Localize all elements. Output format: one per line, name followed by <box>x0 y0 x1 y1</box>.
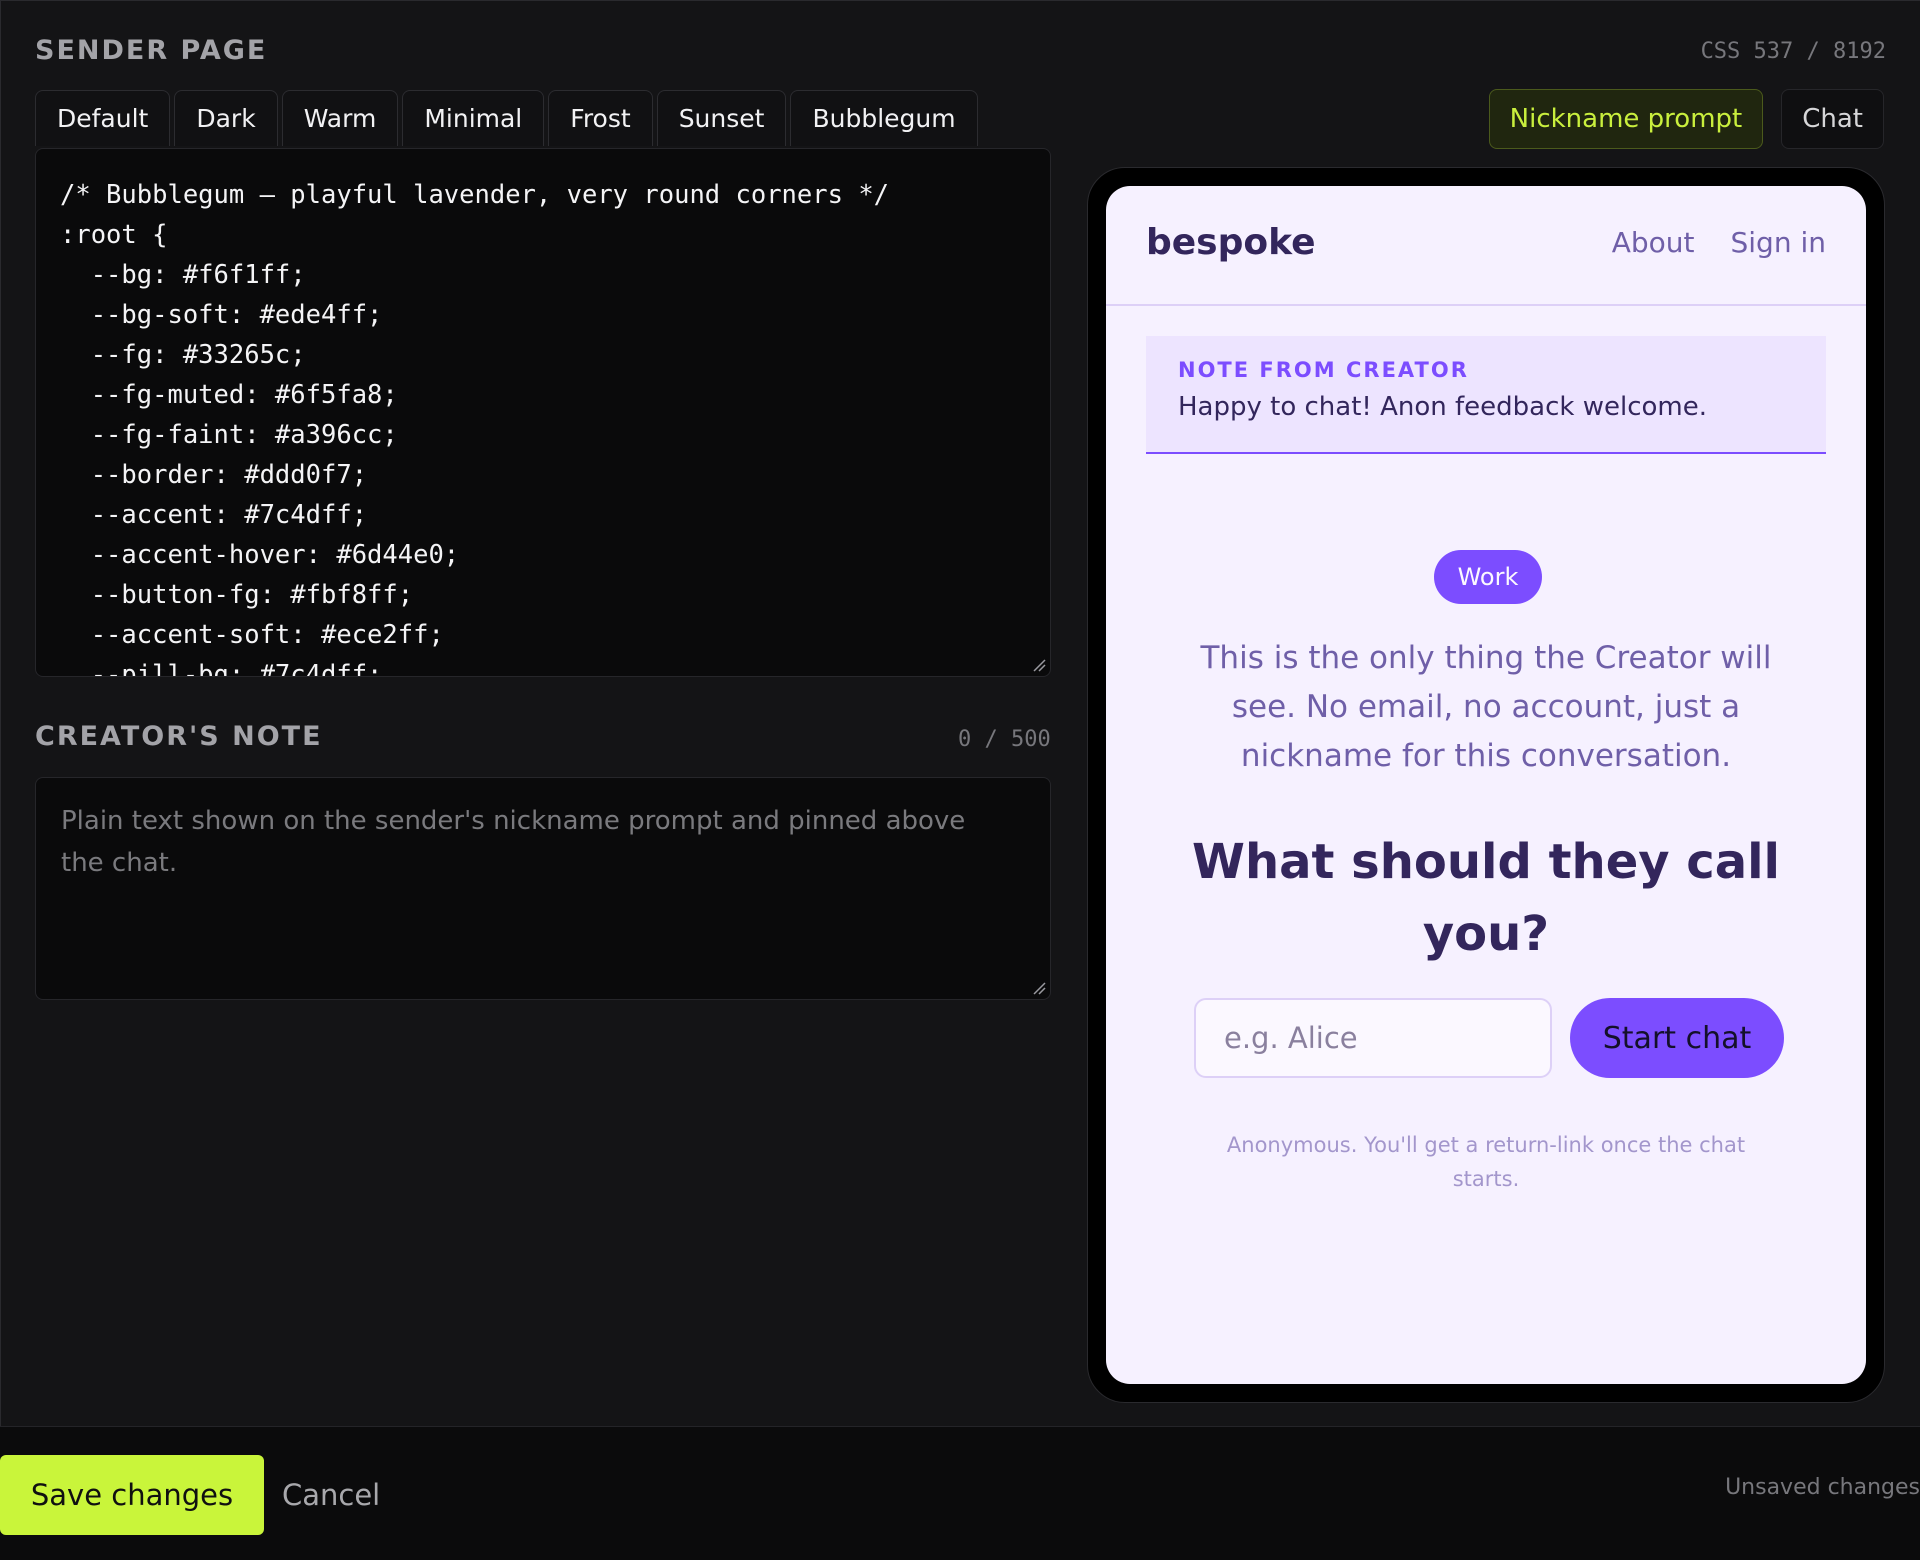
css-line: --border: #ddd0f7; <box>60 460 368 490</box>
note-placeholder: Plain text shown on the sender's nicknam… <box>61 806 966 878</box>
css-line: --fg-muted: #6f5fa8; <box>60 380 398 410</box>
sender-page-title: SENDER PAGE <box>35 35 268 66</box>
css-counter: CSS 537 / 8192 <box>1700 39 1886 64</box>
css-line: /* Bubblegum — playful lavender, very ro… <box>60 180 890 210</box>
preview-view-tabs: Nickname prompt Chat <box>1488 89 1884 149</box>
css-editor[interactable]: /* Bubblegum — playful lavender, very ro… <box>35 148 1051 677</box>
preview-header: bespoke About Sign in <box>1106 186 1866 306</box>
resize-grip-icon[interactable] <box>1032 981 1046 995</box>
preset-tabs: Default Dark Warm Minimal Frost Sunset B… <box>35 90 978 146</box>
resize-grip-icon[interactable] <box>1032 658 1046 672</box>
cancel-button[interactable]: Cancel <box>282 1455 380 1535</box>
preset-bubblegum[interactable]: Bubblegum <box>790 90 978 146</box>
editor-panel: SENDER PAGE CSS 537 / 8192 Default Dark … <box>0 0 1920 1426</box>
save-button[interactable]: Save changes <box>0 1455 264 1535</box>
css-line: --bg: #f6f1ff; <box>60 260 306 290</box>
anonymity-footnote: Anonymous. You'll get a return-link once… <box>1226 1133 1746 1191</box>
css-line: --accent-soft: #ece2ff; <box>60 620 444 650</box>
css-line: :root { <box>60 220 168 250</box>
nav-sign-in-link[interactable]: Sign in <box>1731 226 1827 259</box>
start-chat-button[interactable]: Start chat <box>1570 998 1784 1078</box>
css-code: /* Bubblegum — playful lavender, very ro… <box>36 149 1050 677</box>
preset-dark[interactable]: Dark <box>174 90 278 146</box>
note-text: Happy to chat! Anon feedback welcome. <box>1178 392 1707 422</box>
note-counter: 0 / 500 <box>958 727 1051 752</box>
css-line: --accent: #7c4dff; <box>60 500 368 530</box>
preset-sunset[interactable]: Sunset <box>656 90 787 146</box>
preview-logo[interactable]: bespoke <box>1146 222 1316 263</box>
nav-about-link[interactable]: About <box>1612 226 1695 259</box>
tab-chat[interactable]: Chat <box>1781 89 1884 149</box>
css-line: --fg: #33265c; <box>60 340 306 370</box>
preview-nav: About Sign in <box>1612 226 1826 259</box>
css-line: --bg-soft: #ede4ff; <box>60 300 383 330</box>
nickname-input[interactable]: e.g. Alice <box>1194 998 1552 1078</box>
preview-screen: bespoke About Sign in NOTE FROM CREATOR … <box>1106 186 1866 1384</box>
css-line: --fg-faint: #a396cc; <box>60 420 398 450</box>
creators-note-textarea[interactable]: Plain text shown on the sender's nicknam… <box>35 777 1051 1000</box>
creator-note-banner: NOTE FROM CREATOR Happy to chat! Anon fe… <box>1146 336 1826 454</box>
unsaved-status: Unsaved changes <box>1725 1475 1920 1500</box>
topic-pill: Work <box>1434 550 1542 604</box>
note-label: NOTE FROM CREATOR <box>1178 358 1469 382</box>
prompt-heading: What should they call you? <box>1192 834 1780 962</box>
tab-nickname-prompt[interactable]: Nickname prompt <box>1488 89 1764 149</box>
css-line: --pill-bg: #7c4dff; <box>60 660 383 677</box>
preview-device: bespoke About Sign in NOTE FROM CREATOR … <box>1087 167 1885 1403</box>
preset-frost[interactable]: Frost <box>548 90 653 146</box>
creators-note-title: CREATOR'S NOTE <box>35 721 323 752</box>
css-line: --accent-hover: #6d44e0; <box>60 540 460 570</box>
css-line: --button-fg: #fbf8ff; <box>60 580 414 610</box>
prompt-description: This is the only thing the Creator will … <box>1200 640 1772 774</box>
preset-minimal[interactable]: Minimal <box>402 90 545 146</box>
preset-warm[interactable]: Warm <box>281 90 399 146</box>
bottom-action-bar: Save changes Cancel Unsaved changes <box>0 1426 1920 1560</box>
preset-default[interactable]: Default <box>35 90 171 146</box>
